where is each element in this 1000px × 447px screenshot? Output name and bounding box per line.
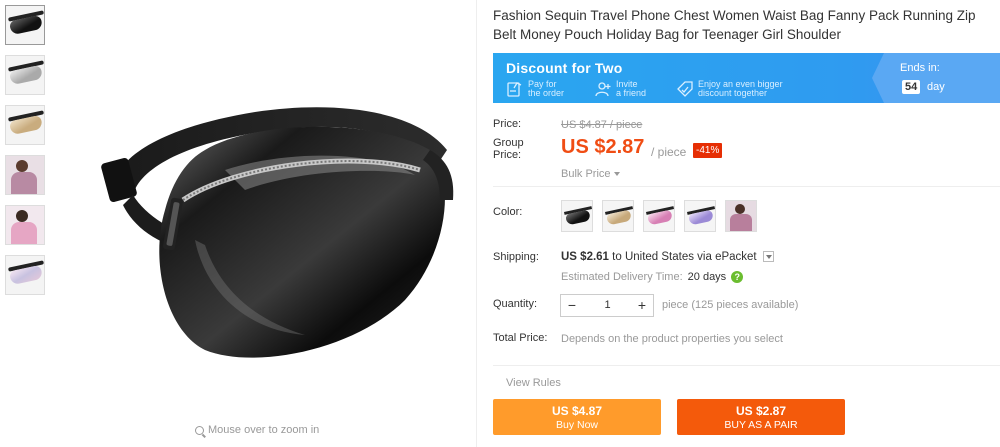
group-price-label-line1: Group <box>493 137 524 149</box>
buy-now-button[interactable]: US $4.87 Buy Now <box>493 399 661 435</box>
shipping-label: Shipping: <box>493 251 539 263</box>
thumbnail-silver-bag[interactable] <box>5 55 45 95</box>
model-body <box>11 222 37 244</box>
fanny-pack-illustration <box>101 107 454 358</box>
group-price-label-line2: Price: <box>493 149 522 161</box>
banner-step-pay: Pay for the order <box>506 80 564 98</box>
buy-as-pair-label: BUY AS A PAIR <box>724 419 798 431</box>
quantity-available: piece (125 pieces available) <box>662 299 799 311</box>
invite-friend-icon <box>595 82 611 97</box>
step-invite-line2: a friend <box>616 88 647 98</box>
zoom-hint-text: Mouse over to zoom in <box>208 424 320 436</box>
ends-in-unit: day <box>927 81 945 93</box>
banner-step-invite: Invite a friend <box>594 80 646 98</box>
group-price-value: US $2.87 <box>561 136 645 158</box>
swatch-black[interactable] <box>561 200 593 232</box>
chevron-down-icon <box>613 172 620 177</box>
step-pay-line2: the order <box>528 88 565 98</box>
thumbnail-gold-bag[interactable] <box>5 105 45 145</box>
discount-badge: -41% <box>693 143 723 158</box>
view-rules-link[interactable]: View Rules <box>506 377 561 389</box>
step-pay-text: Pay for the order <box>528 80 564 98</box>
bulk-price-toggle[interactable]: Bulk Price <box>561 168 620 180</box>
magnifier-icon <box>195 425 204 435</box>
swatch-photo[interactable] <box>725 200 757 232</box>
section-divider <box>493 365 1000 366</box>
quantity-label: Quantity: <box>493 298 538 310</box>
ends-in-countdown: Ends in: 54 day <box>872 53 1000 103</box>
shipping-destination: to United States via ePacket <box>612 251 757 263</box>
model-head <box>16 160 28 172</box>
quantity-increase-button[interactable]: + <box>631 295 653 316</box>
estimated-delivery: Estimated Delivery Time: 20 days ? <box>561 271 744 283</box>
quantity-input[interactable]: 1 <box>583 295 631 316</box>
total-price-value: Depends on the product properties you se… <box>561 333 783 345</box>
color-label: Color: <box>493 206 523 218</box>
buy-now-price: US $4.87 <box>551 404 603 418</box>
thumbnail-list <box>5 5 47 305</box>
swatch-pink[interactable] <box>643 200 675 232</box>
model-head <box>735 204 745 214</box>
step-enjoy-text: Enjoy an even bigger discount together <box>698 80 783 98</box>
discount-for-two-banner[interactable]: Discount for Two Pay for the order Invit… <box>493 53 1000 103</box>
step-invite-text: Invite a friend <box>616 80 646 98</box>
discount-tag-icon <box>677 81 693 97</box>
buy-as-pair-price: US $2.87 <box>735 404 787 418</box>
section-divider <box>493 186 1000 187</box>
column-divider <box>476 0 477 447</box>
main-product-image[interactable] <box>55 0 475 415</box>
thumbnail-black-bag[interactable] <box>5 5 45 45</box>
color-swatches <box>561 200 757 232</box>
total-price-label: Total Price: <box>493 332 548 344</box>
estimated-delivery-label: Estimated Delivery Time: <box>561 271 683 283</box>
ends-in-value: 54 <box>902 80 921 94</box>
model-body <box>11 172 37 194</box>
banner-step-enjoy: Enjoy an even bigger discount together <box>676 80 783 98</box>
banner-title: Discount for Two <box>506 60 623 76</box>
shipping-price: US $2.61 <box>561 251 609 263</box>
shipping-dropdown-icon[interactable] <box>762 251 774 263</box>
quantity-stepper: − 1 + <box>560 294 654 317</box>
swatch-purple[interactable] <box>684 200 716 232</box>
swatch-gold[interactable] <box>602 200 634 232</box>
model-head <box>16 210 28 222</box>
step-enjoy-line2: discount together <box>698 88 768 98</box>
pay-icon <box>507 82 522 97</box>
thumbnail-model-2[interactable] <box>5 205 45 245</box>
buy-as-pair-button[interactable]: US $2.87 BUY AS A PAIR <box>677 399 845 435</box>
product-title: Fashion Sequin Travel Phone Chest Women … <box>493 8 976 42</box>
shipping-info: US $2.61 to United States via ePacket <box>561 251 774 263</box>
buy-now-label: Buy Now <box>555 419 598 431</box>
quantity-decrease-button[interactable]: − <box>561 295 583 316</box>
bulk-price-label: Bulk Price <box>561 168 611 180</box>
thumbnail-holo-bag[interactable] <box>5 255 45 295</box>
price-label: Price: <box>493 118 522 130</box>
model-body <box>730 214 752 231</box>
ends-in-label: Ends in: <box>900 62 940 74</box>
original-price: US $4.87 / piece <box>561 119 643 131</box>
zoom-hint: Mouse over to zoom in <box>195 424 319 436</box>
help-icon[interactable]: ? <box>731 271 744 283</box>
thumbnail-model-1[interactable] <box>5 155 45 195</box>
estimated-delivery-days: 20 days <box>687 271 727 283</box>
group-price-unit: / piece <box>651 145 687 159</box>
